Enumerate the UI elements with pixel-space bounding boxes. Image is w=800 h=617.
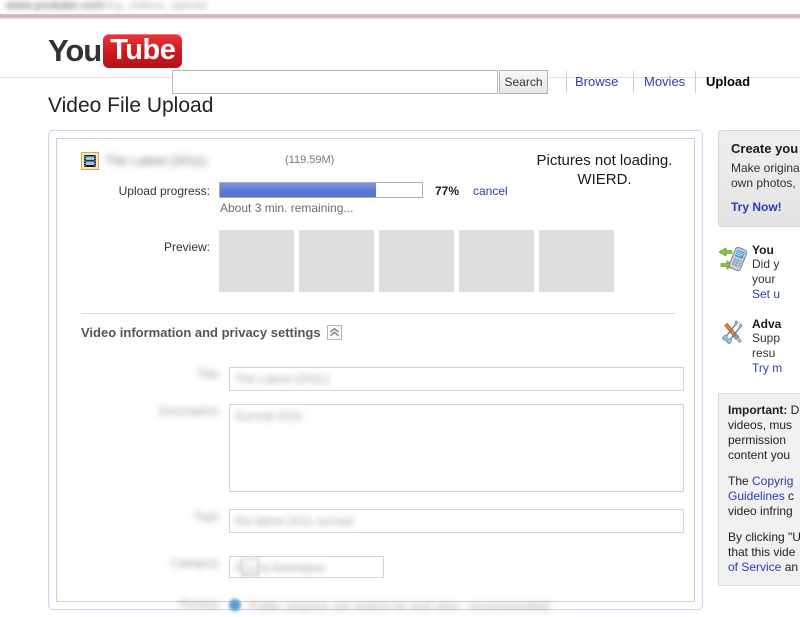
- promo-card-title: Create you: [731, 141, 799, 156]
- section-divider: [81, 313, 676, 314]
- url-path: /my_videos_upload: [103, 0, 207, 12]
- section-header-label: Video information and privacy settings: [81, 325, 321, 340]
- legal-p2-rest: c: [784, 489, 795, 503]
- logo-you-text: You: [48, 33, 102, 68]
- legal-paragraph-3: By clicking "U that this vide of Service…: [728, 530, 800, 575]
- legal-p1-rest: D: [787, 403, 800, 417]
- legal-p3-line-1: By clicking "U: [728, 530, 800, 544]
- sidebar-tip-mobile: You Did y your Set u: [718, 243, 800, 301]
- youtube-logo[interactable]: You Tube: [48, 33, 183, 68]
- legal-p3-rest: an: [781, 560, 799, 574]
- upload-progress-bar: [219, 182, 423, 198]
- legal-p1-line-2: videos, mus: [728, 418, 793, 432]
- nav-link-upload[interactable]: Upload: [706, 74, 750, 89]
- terms-of-service-link[interactable]: of Service: [728, 560, 781, 574]
- preview-thumbnail[interactable]: [539, 230, 614, 292]
- browser-chrome-strip: www.youtube.com/my_videos_upload: [0, 0, 800, 14]
- preview-label: Preview:: [163, 240, 210, 254]
- page-title: Video File Upload: [48, 94, 214, 117]
- legal-p2-pre: The: [728, 474, 753, 488]
- community-guidelines-link[interactable]: Guidelines: [728, 489, 785, 503]
- nav-link-movies[interactable]: Movies: [644, 74, 685, 89]
- double-chevron-up-icon[interactable]: [326, 325, 342, 340]
- sidebar-tip-mobile-title: You: [752, 243, 774, 257]
- upload-panel-body: The Latest (2011) (119.59M) Upload progr…: [56, 138, 697, 613]
- upload-progress-fill: [220, 183, 376, 197]
- preview-thumbnail-strip: [219, 230, 614, 292]
- promo-card-body-line-1: Make origina: [731, 161, 800, 175]
- legal-p2-line-3: video infring: [728, 504, 793, 518]
- search-button[interactable]: Search: [499, 70, 548, 94]
- preview-thumbnail[interactable]: [299, 230, 374, 292]
- description-field-label: Description: [158, 404, 219, 418]
- sidebar-tip-mobile-link[interactable]: Set u: [752, 287, 800, 301]
- copyright-notice-box: Important: D videos, mus permission cont…: [718, 393, 800, 586]
- form-row-category: Category Film & Animation: [81, 556, 681, 580]
- annotation-line-2: WIERD.: [577, 171, 632, 188]
- promo-card-body-line-2: own photos,: [731, 176, 796, 190]
- sidebar-tip-advanced-line-2: resu: [752, 346, 776, 360]
- promo-card: Create you Make origina own photos, Try …: [718, 130, 800, 227]
- video-info-section-header: Video information and privacy settings: [81, 325, 342, 340]
- sidebar-tip-advanced-title: Adva: [752, 317, 782, 331]
- title-input[interactable]: The Latest (2011): [229, 367, 684, 391]
- privacy-field-label: Privacy: [179, 597, 219, 611]
- nav-separator-3: [695, 71, 696, 93]
- category-field-label: Category: [170, 556, 219, 570]
- sidebar-tip-mobile-line-2: your: [752, 272, 776, 286]
- chevron-down-icon[interactable]: [241, 558, 259, 576]
- upload-progress-label: Upload progress:: [118, 184, 210, 198]
- sidebar-tip-advanced-link[interactable]: Try m: [752, 361, 800, 375]
- uploaded-file-size: (119.59M): [285, 154, 335, 166]
- nav-separator-1: [566, 71, 567, 93]
- sidebar-tip-mobile-line-1: Did y: [752, 257, 780, 271]
- right-sidebar: Create you Make origina own photos, Try …: [718, 130, 800, 586]
- privacy-public-radio[interactable]: [229, 599, 241, 611]
- description-textarea-value: Surreal 2011: [235, 409, 303, 423]
- url-domain: www.youtube.com: [6, 0, 104, 12]
- uploaded-file-name: The Latest (2011): [105, 153, 207, 168]
- user-annotation: Pictures not loading. WIERD.: [512, 151, 697, 189]
- promo-card-try-now-link[interactable]: Try Now!: [731, 200, 800, 214]
- form-row-privacy: Privacy Public (anyone can search for an…: [81, 597, 681, 617]
- legal-paragraph-1: Important: D videos, mus permission cont…: [728, 403, 800, 463]
- legal-paragraph-2: The Copyrig Guidelines c video infring: [728, 474, 800, 519]
- copyright-tips-link[interactable]: Copyrig: [752, 474, 793, 488]
- upload-time-remaining: About 3 min. remaining...: [220, 201, 354, 215]
- tags-field-label: Tags: [193, 509, 219, 523]
- search-input[interactable]: [172, 70, 498, 94]
- annotation-line-1: Pictures not loading.: [536, 152, 673, 169]
- nav-separator-2: [633, 71, 634, 93]
- form-row-description: Description Surreal 2011: [81, 404, 684, 504]
- sidebar-tip-advanced: Adva Supp resu Try m: [718, 317, 800, 375]
- legal-p1-line-4: content you: [728, 448, 791, 462]
- legal-important-label: Important:: [728, 403, 788, 417]
- description-textarea[interactable]: Surreal 2011: [229, 404, 684, 492]
- video-file-icon: [81, 152, 99, 170]
- tags-input-value: the latest 2011 surreal: [235, 514, 353, 528]
- legal-p1-line-3: permission: [728, 433, 787, 447]
- preview-thumbnail[interactable]: [459, 230, 534, 292]
- sidebar-tip-advanced-line-1: Supp: [752, 331, 781, 345]
- nav-link-browse[interactable]: Browse: [575, 74, 618, 89]
- browser-url-bar[interactable]: www.youtube.com/my_videos_upload: [6, 0, 207, 12]
- site-masthead: You Tube Search Browse Movies Upload: [0, 25, 800, 94]
- upload-progress-percent: 77%: [435, 184, 460, 198]
- form-row-tags: Tags the latest 2011 surreal: [81, 509, 684, 533]
- logo-tube-box: Tube: [103, 34, 183, 68]
- form-row-title: Title The Latest (2011): [81, 367, 684, 391]
- legal-p3-line-2: that this vide: [728, 545, 796, 559]
- logo-tube-text: Tube: [110, 34, 176, 66]
- privacy-public-label: Public (anyone can search for and view -…: [249, 599, 550, 613]
- title-field-label: Title: [196, 367, 219, 381]
- cancel-upload-link[interactable]: cancel: [473, 184, 508, 198]
- tools-wrench-screwdriver-icon: [721, 320, 743, 345]
- tags-input[interactable]: the latest 2011 surreal: [229, 509, 684, 533]
- title-input-value: The Latest (2011): [235, 372, 329, 386]
- upload-panel: The Latest (2011) (119.59M) Upload progr…: [48, 130, 703, 613]
- mobile-phone-sync-icon: [718, 247, 748, 271]
- preview-thumbnail[interactable]: [379, 230, 454, 292]
- preview-thumbnail[interactable]: [219, 230, 294, 292]
